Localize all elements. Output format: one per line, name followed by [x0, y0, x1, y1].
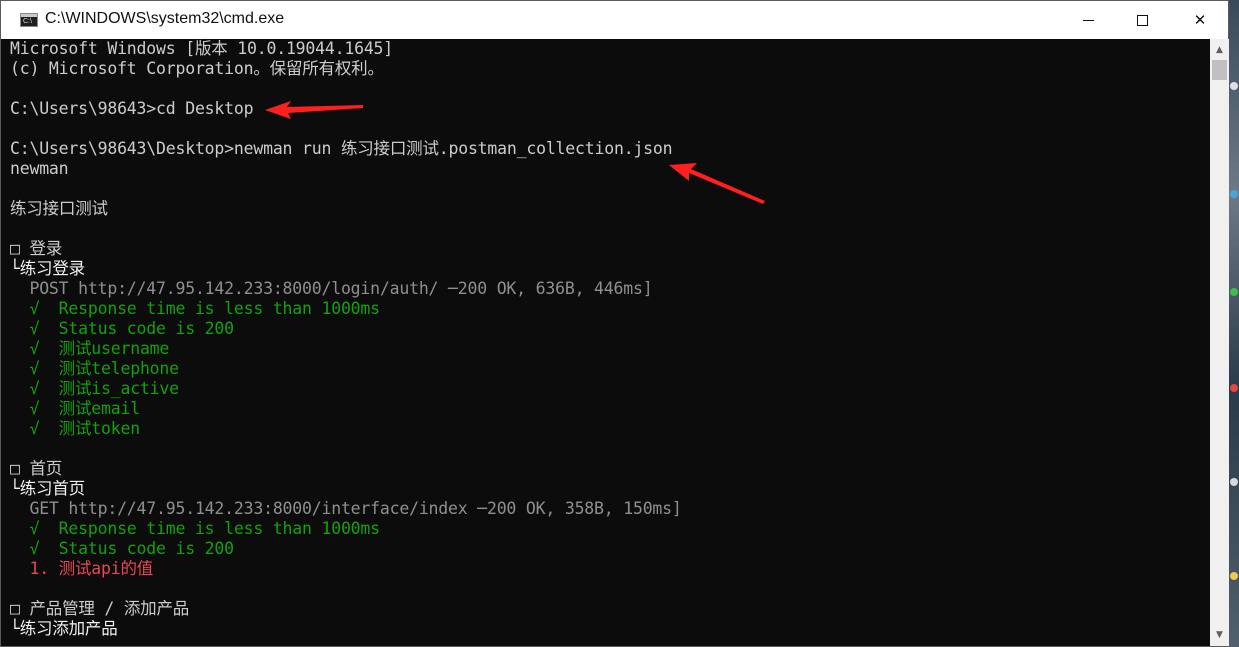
console-line: (c) Microsoft Corporation。保留所有权利。	[10, 59, 384, 78]
console-line: └练习首页	[10, 479, 85, 498]
console-line: 练习接口测试	[10, 199, 108, 218]
title-bar[interactable]: C:\ C:\WINDOWS\system32\cmd.exe ✕	[1, 1, 1228, 39]
console-line: √ 测试username	[10, 339, 170, 358]
maximize-button[interactable]	[1119, 1, 1165, 39]
desktop-icon	[1230, 82, 1238, 90]
desktop-icon	[1230, 288, 1238, 296]
cmd-app-icon[interactable]: C:\	[20, 13, 38, 27]
scroll-up-button[interactable]: ▲	[1210, 41, 1229, 59]
console-line: √ Response time is less than 1000ms	[10, 519, 380, 538]
console-output[interactable]: Microsoft Windows [版本 10.0.19044.1645] (c…	[1, 39, 1210, 646]
console-line: └练习登录	[10, 259, 85, 278]
minimize-icon	[1082, 19, 1094, 21]
console-line: √ 测试token	[10, 419, 140, 438]
console-line: POST http://47.95.142.233:8000/login/aut…	[10, 279, 653, 298]
console-line: Microsoft Windows [版本 10.0.19044.1645]	[10, 39, 394, 58]
close-button[interactable]: ✕	[1177, 1, 1223, 39]
console-line: √ Status code is 200	[10, 539, 234, 558]
console-line: GET http://47.95.142.233:8000/interface/…	[10, 499, 682, 518]
scroll-down-button[interactable]: ▼	[1210, 626, 1229, 644]
console-line: √ 测试email	[10, 399, 140, 418]
window-title: C:\WINDOWS\system32\cmd.exe	[45, 10, 285, 27]
desktop-icon	[1230, 478, 1238, 486]
console-line: √ Status code is 200	[10, 319, 234, 338]
desktop-icon	[1230, 190, 1238, 198]
console-line: C:\Users\98643>cd Desktop	[10, 99, 254, 118]
desktop-icon	[1230, 384, 1238, 392]
console-line: √ 测试telephone	[10, 359, 179, 378]
scroll-thumb[interactable]	[1212, 60, 1227, 80]
console-line: √ Response time is less than 1000ms	[10, 299, 380, 318]
cmd-icon-text: C:\	[23, 18, 32, 25]
maximize-icon	[1136, 14, 1148, 26]
chevron-down-icon: ▼	[1216, 630, 1223, 640]
console-line: □ 产品管理 / 添加产品	[10, 599, 190, 618]
console-line: └练习添加产品	[10, 619, 118, 638]
vertical-scrollbar[interactable]: ▲ ▼	[1210, 39, 1229, 646]
chevron-up-icon: ▲	[1216, 45, 1223, 55]
console-line: □ 登录	[10, 239, 63, 258]
console-line: C:\Users\98643\Desktop>newman run 练习接口测试…	[10, 139, 673, 158]
console-line: 1. 测试api的值	[10, 559, 154, 578]
desktop-icon	[1230, 572, 1238, 580]
console-line: √ 测试is_active	[10, 379, 179, 398]
console-line: newman	[10, 159, 69, 178]
close-icon: ✕	[1193, 11, 1207, 29]
console-line: □ 首页	[10, 459, 63, 478]
cmd-window: C:\ C:\WINDOWS\system32\cmd.exe ✕ Micros…	[0, 0, 1229, 647]
desktop-background	[1229, 0, 1239, 647]
minimize-button[interactable]	[1065, 1, 1111, 39]
